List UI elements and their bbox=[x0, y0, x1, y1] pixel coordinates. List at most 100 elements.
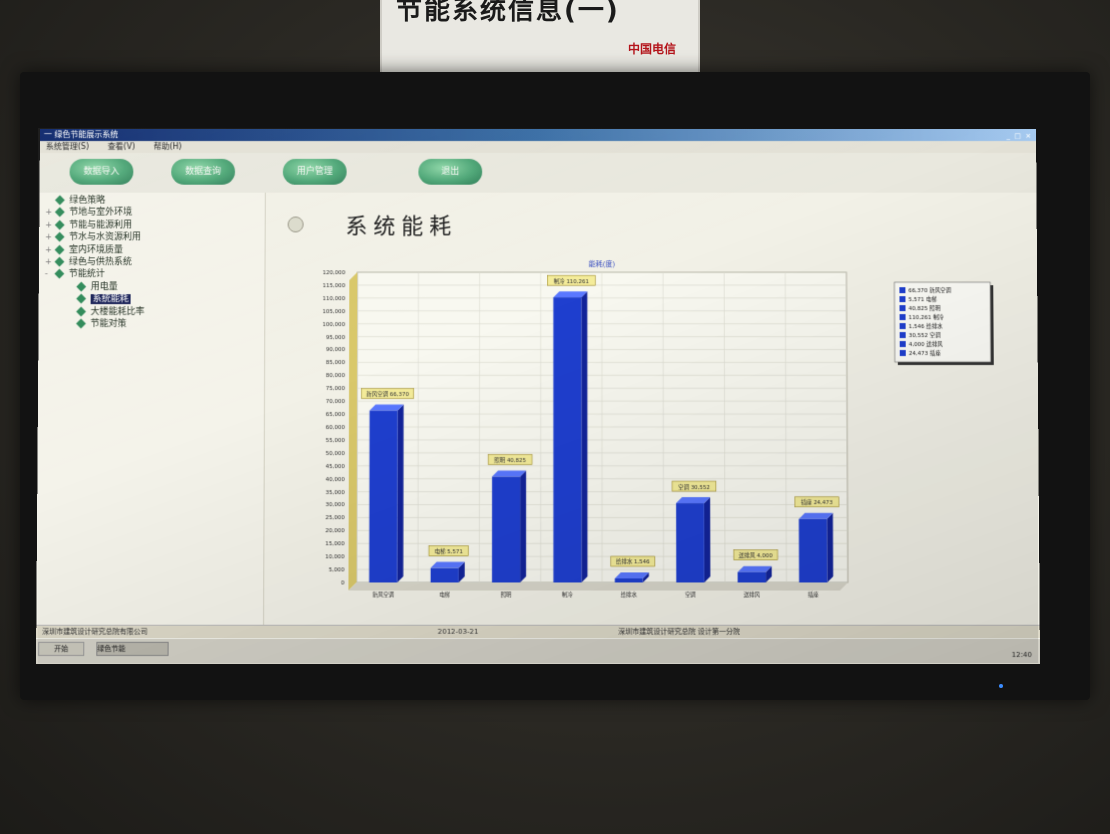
diamond-icon bbox=[76, 281, 87, 292]
tree-item-label: 用电量 bbox=[90, 282, 118, 292]
user-manage-button[interactable]: 用户管理 bbox=[282, 158, 347, 185]
bar-side bbox=[826, 512, 834, 583]
bar-side bbox=[397, 404, 404, 583]
x-tick-label: 送排风 bbox=[743, 591, 760, 599]
tray-clock: 12:40 bbox=[1011, 650, 1032, 659]
sign-title: 节能系统信息(一) bbox=[396, 0, 620, 26]
tree-item-label: 节水与水资源利用 bbox=[69, 232, 141, 243]
query-button[interactable]: 数据查询 bbox=[171, 158, 236, 185]
y-tick-label: 80,000 bbox=[326, 373, 346, 379]
y-tick-label: 110,000 bbox=[323, 296, 346, 302]
tree-item[interactable]: + 绿色与供热系统 bbox=[45, 256, 132, 268]
tree-item-label: 大楼能耗比率 bbox=[90, 306, 145, 317]
legend-swatch bbox=[900, 341, 907, 348]
bar bbox=[491, 476, 521, 583]
legend-swatch bbox=[899, 296, 906, 303]
x-tick-label: 照明 bbox=[501, 592, 513, 599]
tree-item[interactable]: 用电量 bbox=[67, 281, 118, 293]
window-title: 一 绿色节能展示系统 bbox=[43, 130, 119, 140]
y-tick-label: 115,000 bbox=[323, 283, 346, 289]
tree-expander[interactable]: + bbox=[45, 256, 53, 268]
tree-item[interactable]: + 节能与能源利用 bbox=[45, 219, 132, 231]
y-tick-label: 50,000 bbox=[326, 451, 346, 457]
tree-item[interactable]: 大楼能耗比率 bbox=[67, 306, 145, 318]
y-tick-label: 40,000 bbox=[326, 477, 346, 483]
bar bbox=[798, 518, 828, 583]
bar bbox=[553, 297, 582, 583]
menu-system[interactable]: 系统管理(S) bbox=[46, 142, 89, 151]
y-tick-label: 100,000 bbox=[323, 322, 346, 328]
y-tick-label: 95,000 bbox=[326, 335, 346, 341]
import-button[interactable]: 数据导入 bbox=[69, 158, 134, 185]
y-tick-label: 90,000 bbox=[326, 348, 346, 354]
data-label: 插座 24,473 bbox=[801, 498, 833, 506]
y-tick-label: 0 bbox=[341, 580, 345, 586]
tree-item-label: 绿色与供热系统 bbox=[68, 257, 132, 268]
tree-item-label: 室内环境质量 bbox=[68, 244, 123, 255]
taskbar-app[interactable]: 绿色节能 bbox=[96, 641, 169, 656]
tree-expander[interactable]: + bbox=[45, 232, 53, 244]
tree-expander[interactable]: - bbox=[45, 269, 53, 281]
tree-item[interactable]: 绿色策略 bbox=[45, 195, 105, 207]
tree-item-label: 节能对策 bbox=[90, 319, 127, 330]
data-label: 新风空调 66,370 bbox=[366, 390, 409, 398]
energy-bar-chart: 0 5,000 10,000 15,000 20,000 25,000 30,000 35,0… bbox=[323, 259, 994, 599]
y-tick-label: 35,000 bbox=[326, 490, 346, 496]
bar bbox=[430, 568, 459, 583]
tree-item-label: 节地与室外环境 bbox=[69, 207, 133, 218]
tree-item[interactable]: + 节地与室外环境 bbox=[45, 207, 132, 219]
tree-expander[interactable]: + bbox=[45, 219, 53, 231]
legend-entry: 110,261 制冷 bbox=[909, 314, 945, 322]
y-tick-label: 70,000 bbox=[326, 399, 346, 405]
legend-entry: 40,825 照明 bbox=[909, 306, 941, 313]
diamond-icon bbox=[54, 232, 65, 243]
tree-item[interactable]: 系统能耗 bbox=[67, 293, 131, 305]
tree-item-label: 绿色策略 bbox=[69, 195, 106, 206]
diamond-icon bbox=[76, 293, 87, 304]
tree-item[interactable]: + 节水与水资源利用 bbox=[45, 232, 141, 244]
status-bar: 深圳市建筑设计研究总院有限公司 2012-03-21 深圳市建筑设计研究总院 设… bbox=[36, 624, 1040, 639]
x-tick-label: 插座 bbox=[808, 591, 820, 599]
legend-entry: 66,370 新风空调 bbox=[908, 287, 951, 295]
y-tick-label: 20,000 bbox=[325, 529, 345, 535]
legend-swatch bbox=[900, 332, 907, 339]
tree-item[interactable]: + 室内环境质量 bbox=[45, 244, 123, 256]
y-tick-label: 30,000 bbox=[325, 503, 345, 509]
legend-entry: 30,552 空调 bbox=[909, 332, 941, 340]
tree-item[interactable]: 节能对策 bbox=[66, 318, 126, 330]
x-tick-label: 新风空调 bbox=[372, 591, 395, 599]
menu-view[interactable]: 查看(V) bbox=[107, 142, 135, 151]
nav-tree: 绿色策略 + 节地与室外环境 + 节能与能源利用 + 节水与水资源利用 + 室内环境质量 + 绿色与… bbox=[36, 192, 266, 625]
bar bbox=[369, 410, 398, 583]
diamond-icon bbox=[54, 269, 65, 280]
bar-side bbox=[581, 291, 588, 583]
menu-bar: 系统管理(S) 查看(V) 帮助(H) bbox=[39, 141, 1037, 153]
plot-side-wall bbox=[348, 272, 358, 591]
power-led bbox=[999, 684, 1003, 688]
tree-expander[interactable]: + bbox=[45, 244, 53, 256]
monitor-screen: 一 绿色节能展示系统 _ □ × 系统管理(S) 查看(V) 帮助(H) 数据导… bbox=[35, 129, 1041, 665]
y-tick-label: 55,000 bbox=[326, 438, 346, 444]
bar bbox=[614, 578, 643, 583]
menu-help[interactable]: 帮助(H) bbox=[154, 142, 182, 151]
tree-item[interactable]: - 节能统计 bbox=[45, 269, 105, 281]
tree-expander[interactable]: + bbox=[45, 207, 53, 219]
legend-swatch bbox=[899, 305, 906, 312]
y-tick-label: 60,000 bbox=[326, 425, 346, 431]
chart-title: 能耗(度) bbox=[589, 259, 616, 268]
y-tick-label: 120,000 bbox=[323, 270, 346, 276]
exit-button[interactable]: 退出 bbox=[418, 158, 483, 185]
wall-sign: 节能系统信息(一) 中国电信 bbox=[380, 0, 700, 74]
start-button[interactable]: 开始 bbox=[38, 641, 85, 656]
photo-scene: 节能系统信息(一) 中国电信 一 绿色节能展示系统 _ □ × 系统管理(S) … bbox=[0, 0, 1110, 834]
data-label: 照明 40,825 bbox=[494, 457, 526, 464]
y-tick-label: 10,000 bbox=[325, 555, 345, 561]
y-tick-label: 105,000 bbox=[323, 309, 346, 315]
diamond-icon bbox=[54, 256, 65, 267]
main-panel: 系统能耗 0 5,000 10,000 15,000 20,000 25,000 30,00… bbox=[264, 192, 1040, 625]
data-label: 送排风 4,000 bbox=[739, 551, 774, 559]
taskbar: 开始 绿色节能 12:40 bbox=[35, 637, 1041, 665]
diamond-icon bbox=[54, 244, 65, 255]
diamond-icon bbox=[76, 306, 87, 317]
diamond-icon bbox=[76, 318, 86, 329]
